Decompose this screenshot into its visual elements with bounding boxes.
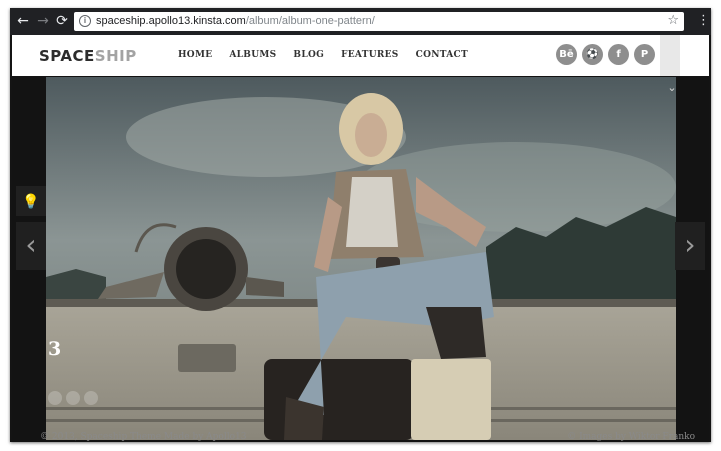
album-slider: 💡 ‹ › ⌄ 3 © 2013, Spaceship Theme Made b… bbox=[12, 76, 709, 442]
nav-home[interactable]: HOME bbox=[178, 50, 212, 60]
site-info-icon[interactable]: i bbox=[79, 15, 91, 27]
nav-blog[interactable]: BLOG bbox=[293, 50, 324, 60]
back-icon[interactable]: ← bbox=[14, 12, 32, 30]
previous-slide-button[interactable]: ‹ bbox=[16, 222, 46, 270]
chevron-down-icon[interactable]: ⌄ bbox=[663, 81, 681, 95]
address-bar[interactable]: i spaceship.apollo13.kinsta.com/album/al… bbox=[74, 12, 684, 31]
nav-features[interactable]: FEATURES bbox=[341, 50, 399, 60]
footer-credits: © Images by Wiktor Franko bbox=[567, 432, 695, 442]
next-slide-button[interactable]: › bbox=[675, 222, 705, 270]
photo-illustration bbox=[46, 77, 676, 440]
social-links: Bē ⚽ f P bbox=[556, 44, 655, 65]
browser-menu-icon[interactable]: ⋮ bbox=[697, 13, 710, 29]
url-domain: spaceship.apollo13.kinsta.com bbox=[96, 15, 246, 27]
dribbble-icon[interactable]: ⚽ bbox=[582, 44, 603, 65]
slide-dots bbox=[48, 391, 98, 405]
pinterest-icon[interactable]: P bbox=[634, 44, 655, 65]
slide-number: 3 bbox=[48, 338, 62, 360]
nav-contact[interactable]: CONTACT bbox=[416, 50, 468, 60]
footer-copyright: © 2013, Spaceship Theme Made by Apollo13 bbox=[40, 432, 247, 442]
lightbulb-icon[interactable]: 💡 bbox=[16, 186, 46, 216]
slide-photo bbox=[46, 77, 676, 440]
browser-toolbar: ← → ⟳ i spaceship.apollo13.kinsta.com/al… bbox=[10, 8, 711, 35]
forward-icon[interactable]: → bbox=[34, 12, 52, 30]
logo-part-dark: SPACE bbox=[39, 47, 95, 65]
slide-dot[interactable] bbox=[48, 391, 62, 405]
slide-dot[interactable] bbox=[84, 391, 98, 405]
logo-part-light: SHIP bbox=[94, 47, 137, 65]
facebook-icon[interactable]: f bbox=[608, 44, 629, 65]
browser-window: ← → ⟳ i spaceship.apollo13.kinsta.com/al… bbox=[10, 8, 711, 442]
site-header: SPACESHIP HOME ALBUMS BLOG FEATURES CONT… bbox=[12, 35, 709, 76]
url-text[interactable]: spaceship.apollo13.kinsta.com/album/albu… bbox=[96, 14, 375, 29]
slide-dot[interactable] bbox=[66, 391, 80, 405]
behance-icon[interactable]: Bē bbox=[556, 44, 577, 65]
nav-albums[interactable]: ALBUMS bbox=[229, 50, 276, 60]
main-navigation: HOME ALBUMS BLOG FEATURES CONTACT bbox=[178, 50, 468, 60]
side-panel-toggle[interactable] bbox=[660, 35, 680, 76]
url-path: /album/album-one-pattern/ bbox=[245, 15, 375, 27]
reload-icon[interactable]: ⟳ bbox=[53, 12, 71, 30]
site-logo[interactable]: SPACESHIP bbox=[39, 47, 137, 65]
bookmark-star-icon[interactable]: ☆ bbox=[667, 13, 679, 29]
